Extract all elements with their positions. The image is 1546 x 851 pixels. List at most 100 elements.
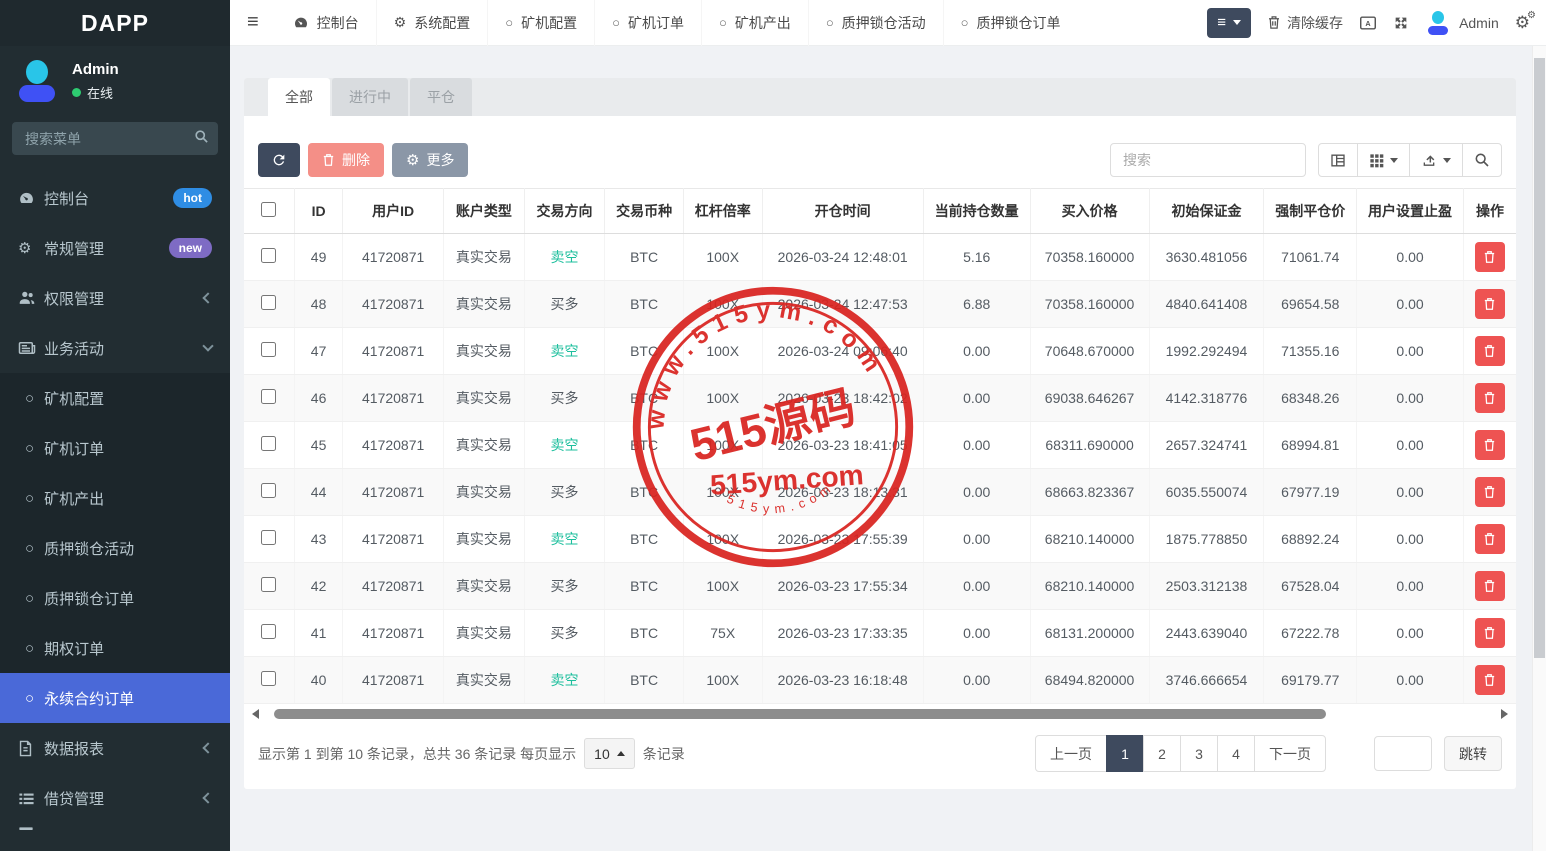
scroll-right-arrow-icon[interactable] <box>1501 709 1508 719</box>
table-header: ID 用户ID 账户类型 交易方向 交易币种 杠杆倍率 开仓时间 当前持仓数量 … <box>244 189 1516 234</box>
row-checkbox[interactable] <box>261 483 276 498</box>
row-delete-button[interactable] <box>1475 242 1505 272</box>
tab-all[interactable]: 全部 <box>268 78 330 116</box>
hamburger-icon[interactable]: ≡ <box>230 11 276 34</box>
nav-staking-orders[interactable]: ○ 质押锁仓订单 <box>944 0 1078 46</box>
sidebar-item-option-orders[interactable]: ○ 期权订单 <box>0 623 230 673</box>
cell-coin: BTC <box>605 422 684 469</box>
language-icon[interactable]: A <box>1359 15 1377 31</box>
chevron-left-icon <box>202 292 213 303</box>
delete-button[interactable]: 删除 <box>308 143 384 177</box>
row-delete-button[interactable] <box>1475 524 1505 554</box>
row-checkbox[interactable] <box>261 295 276 310</box>
horizontal-scrollbar[interactable] <box>246 707 1514 721</box>
jump-button[interactable]: 跳转 <box>1444 736 1502 771</box>
sidebar-item-reports[interactable]: 数据报表 <box>0 723 230 773</box>
search-button[interactable] <box>1462 143 1502 177</box>
scrollbar-thumb[interactable] <box>1534 58 1545 658</box>
cell-id: 44 <box>294 469 342 516</box>
sidebar-item-perpetual-orders[interactable]: ○ 永续合约订单 <box>0 673 230 723</box>
caret-down-icon <box>1233 20 1241 25</box>
fullscreen-icon[interactable] <box>1393 15 1409 31</box>
table-search-input[interactable] <box>1110 143 1306 177</box>
sidebar-item-partial[interactable] <box>0 823 230 851</box>
nav-miner-config[interactable]: ○ 矿机配置 <box>488 0 595 46</box>
scrollbar-thumb[interactable] <box>274 709 1326 719</box>
page-button-4[interactable]: 4 <box>1217 735 1255 772</box>
row-checkbox[interactable] <box>261 436 276 451</box>
nav-label: 矿机配置 <box>521 13 577 33</box>
nav-miner-output[interactable]: ○ 矿机产出 <box>702 0 809 46</box>
nav-miner-orders[interactable]: ○ 矿机订单 <box>595 0 702 46</box>
columns-button[interactable] <box>1357 143 1410 177</box>
cell-account-type: 真实交易 <box>444 610 525 657</box>
row-checkbox[interactable] <box>261 342 276 357</box>
vertical-scrollbar[interactable] <box>1532 46 1546 851</box>
sidebar-item-miner-config[interactable]: ○ 矿机配置 <box>0 373 230 423</box>
sidebar-item-label: 控制台 <box>44 188 173 209</box>
sidebar-item-label: 永续合约订单 <box>44 688 134 709</box>
row-delete-button[interactable] <box>1475 336 1505 366</box>
tab-closed[interactable]: 平仓 <box>410 78 472 116</box>
nav-staking-activity[interactable]: ○ 质押锁仓活动 <box>809 0 944 46</box>
export-button[interactable] <box>1409 143 1463 177</box>
page-button-3[interactable]: 3 <box>1180 735 1218 772</box>
row-checkbox[interactable] <box>261 577 276 592</box>
row-checkbox[interactable] <box>261 248 276 263</box>
row-delete-button[interactable] <box>1475 477 1505 507</box>
row-checkbox[interactable] <box>261 389 276 404</box>
more-button[interactable]: ⚙ 更多 <box>392 143 468 177</box>
sidebar-item-business[interactable]: 业务活动 <box>0 323 230 373</box>
select-all-checkbox[interactable] <box>261 202 276 217</box>
sidebar-item-lending[interactable]: 借贷管理 <box>0 773 230 823</box>
nav-system-config[interactable]: ⚙ 系统配置 <box>377 0 489 46</box>
jump-page-input[interactable] <box>1374 736 1432 771</box>
cell-user-id: 41720871 <box>343 516 444 563</box>
cell-coin: BTC <box>605 281 684 328</box>
cell-leverage: 100X <box>683 328 762 375</box>
next-page-button[interactable]: 下一页 <box>1254 735 1326 772</box>
sidebar-item-staking-activity[interactable]: ○ 质押锁仓活动 <box>0 523 230 573</box>
page-size-select[interactable]: 10 <box>584 738 635 769</box>
cell-open-time: 2026-03-23 17:55:39 <box>762 516 923 563</box>
cell-initial-margin: 3746.666654 <box>1149 657 1264 704</box>
table-row: 4941720871真实交易卖空BTC100X2026-03-24 12:48:… <box>244 234 1516 281</box>
tab-in-progress[interactable]: 进行中 <box>332 78 408 116</box>
circle-icon: ○ <box>25 690 34 707</box>
sidebar-search-input[interactable] <box>12 122 218 155</box>
row-checkbox[interactable] <box>261 671 276 686</box>
clear-cache-button[interactable]: 清除缓存 <box>1267 13 1343 33</box>
row-checkbox[interactable] <box>261 624 276 639</box>
newspaper-icon <box>18 340 44 356</box>
user-menu[interactable]: Admin <box>1425 10 1499 36</box>
sidebar-item-miner-output[interactable]: ○ 矿机产出 <box>0 473 230 523</box>
cell-coin: BTC <box>605 234 684 281</box>
cell-account-type: 真实交易 <box>444 375 525 422</box>
settings-cogs-icon[interactable]: ⚙ <box>1515 13 1530 33</box>
list-dropdown-button[interactable]: ≡ <box>1207 8 1251 38</box>
row-delete-button[interactable] <box>1475 665 1505 695</box>
sidebar-item-miner-orders[interactable]: ○ 矿机订单 <box>0 423 230 473</box>
row-checkbox[interactable] <box>261 530 276 545</box>
prev-page-button[interactable]: 上一页 <box>1035 735 1107 772</box>
page-button-1[interactable]: 1 <box>1106 735 1144 772</box>
sidebar-item-staking-orders[interactable]: ○ 质押锁仓订单 <box>0 573 230 623</box>
cell-leverage: 100X <box>683 657 762 704</box>
row-delete-button[interactable] <box>1475 571 1505 601</box>
sidebar-item-permissions[interactable]: 权限管理 <box>0 273 230 323</box>
row-delete-button[interactable] <box>1475 383 1505 413</box>
sidebar-item-label: 矿机订单 <box>44 438 104 459</box>
row-delete-button[interactable] <box>1475 618 1505 648</box>
page-button-2[interactable]: 2 <box>1143 735 1181 772</box>
row-delete-button[interactable] <box>1475 289 1505 319</box>
scroll-left-arrow-icon[interactable] <box>252 709 259 719</box>
refresh-button[interactable] <box>258 143 300 177</box>
nav-dashboard[interactable]: 控制台 <box>276 0 377 46</box>
row-delete-button[interactable] <box>1475 430 1505 460</box>
sidebar-item-general[interactable]: ⚙ 常规管理 new <box>0 223 230 273</box>
cell-account-type: 真实交易 <box>444 469 525 516</box>
detail-view-button[interactable] <box>1318 143 1358 177</box>
sidebar-item-dashboard[interactable]: 控制台 hot <box>0 173 230 223</box>
cell-direction: 卖空 <box>524 657 605 704</box>
table-footer: 显示第 1 到第 10 条记录，总共 36 条记录 每页显示 10 条记录 上一… <box>244 721 1516 772</box>
